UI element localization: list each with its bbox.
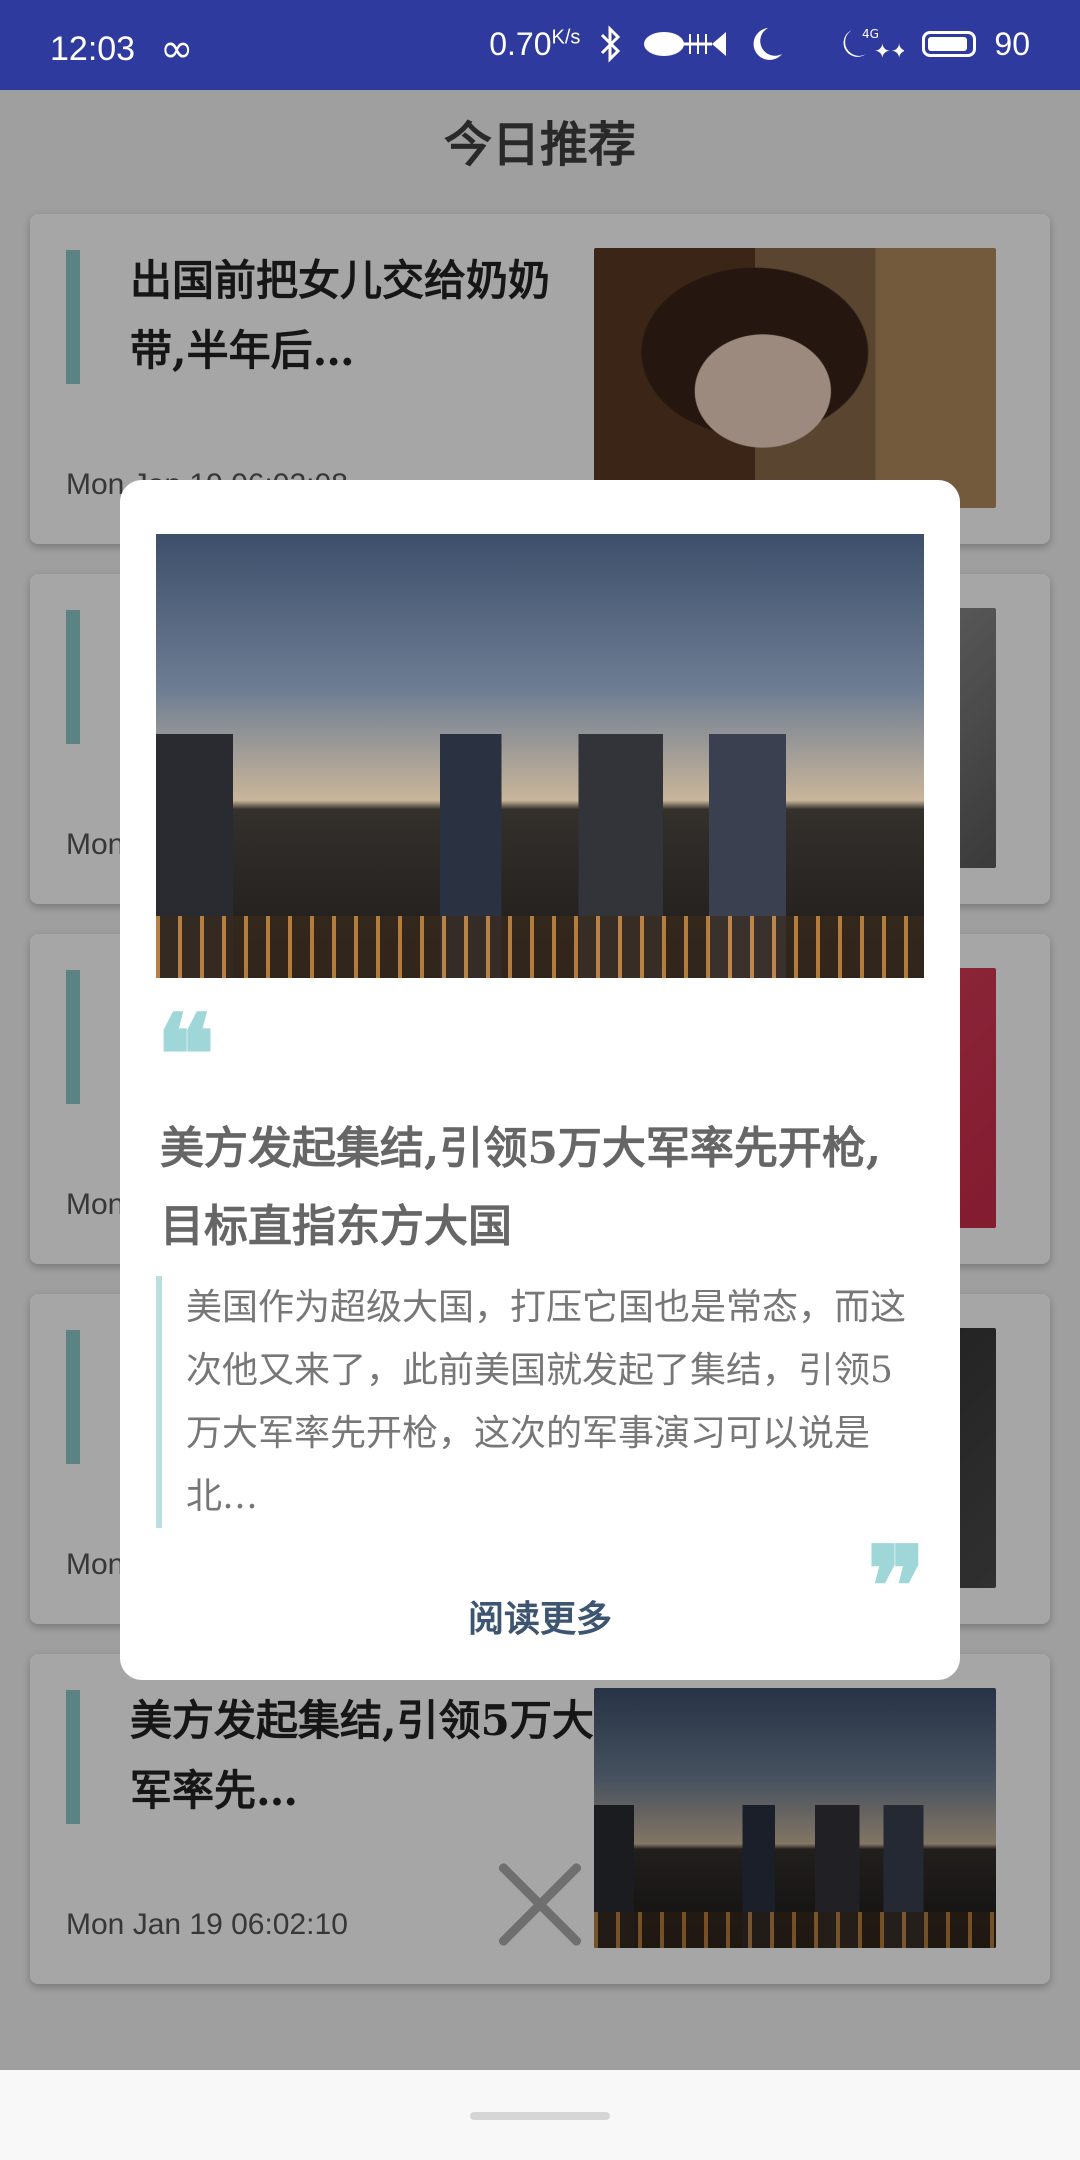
navigation-bar: [0, 2070, 1080, 2160]
infinity-icon: ∞: [160, 26, 194, 72]
status-bar: 12:03 ∞ 0.70K/s 4G ✦✦ 90: [0, 0, 1080, 90]
fish-icon: [644, 32, 727, 56]
popup-summary: 美国作为超级大国，打压它国也是常态，而这次他又来了，此前美国就发起了集结，引领5…: [156, 1276, 926, 1528]
read-more-link[interactable]: 阅读更多: [120, 1590, 960, 1642]
net-speed-value: 0.70: [489, 25, 552, 62]
open-quote-icon: ❝: [156, 990, 216, 1119]
signal-4g-icon: 4G ✦✦: [843, 27, 904, 63]
net-speed-unit: K/s: [551, 25, 581, 48]
close-icon[interactable]: [492, 1856, 588, 1952]
status-time: 12:03: [50, 30, 136, 68]
moon-icon: [753, 28, 811, 60]
home-gesture-handle[interactable]: [470, 2112, 610, 2120]
bluetooth-icon: [601, 25, 621, 63]
battery-icon: [922, 31, 977, 57]
popup-headline: 美方发起集结,引领5万大军率先开枪,目标直指东方大国: [160, 1123, 882, 1252]
popup-image: [156, 534, 924, 978]
recommendation-popup: ❝ 美方发起集结,引领5万大军率先开枪,目标直指东方大国 美国作为超级大国，打压…: [120, 480, 960, 1680]
battery-level: 90: [994, 25, 1030, 62]
net-speed: 0.70K/s: [489, 26, 580, 63]
status-right-group: 0.70K/s 4G ✦✦ 90: [489, 24, 1030, 64]
svg-text:✦✦: ✦✦: [874, 39, 904, 63]
